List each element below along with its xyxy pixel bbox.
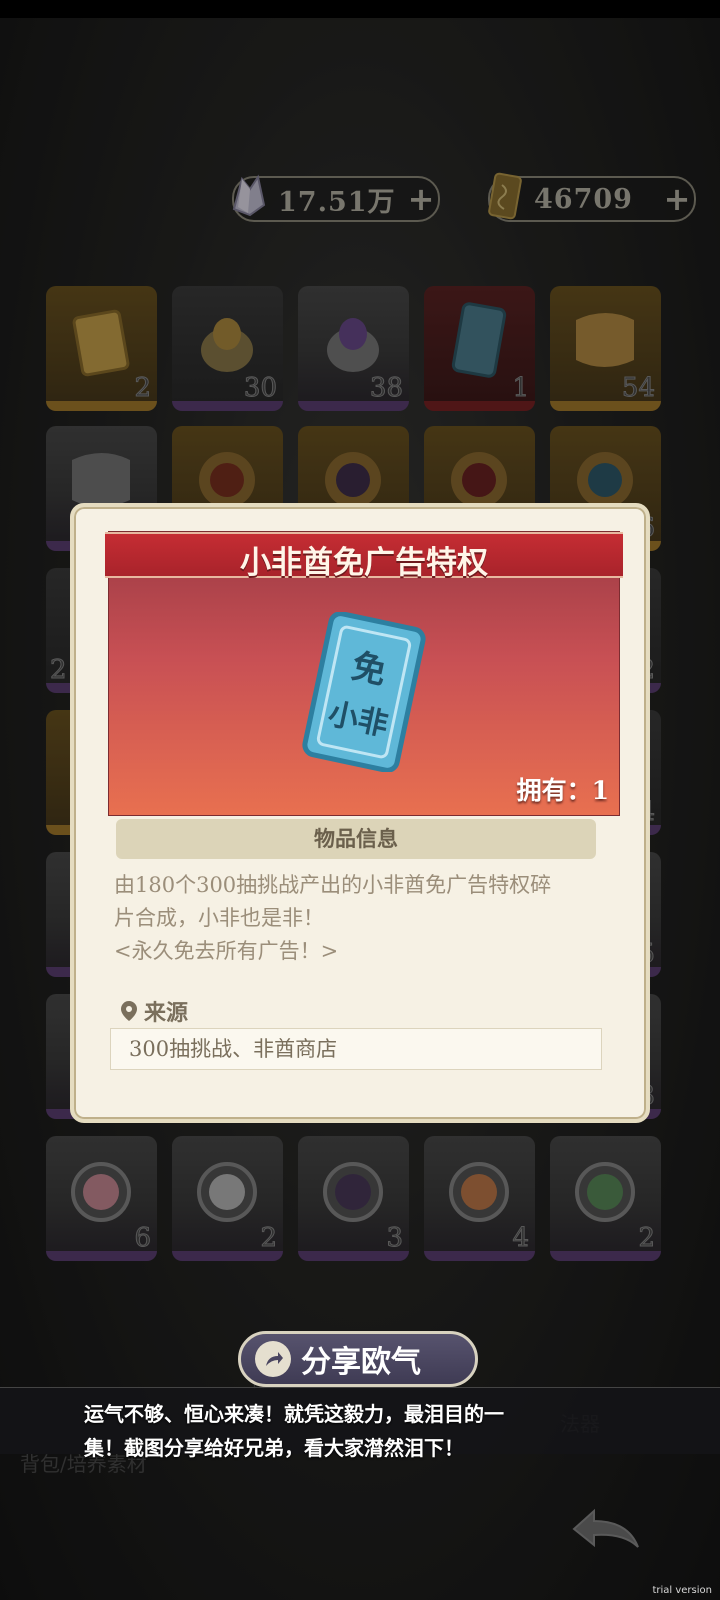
item-description: 由180个300抽挑战产出的小非酋免广告特权碎 片合成，小非也是非！ <永久免去… [114, 873, 552, 963]
add-crystal-button[interactable]: + [404, 180, 438, 218]
character-slot[interactable]: 4 [424, 1136, 535, 1261]
character-slot[interactable]: 2 [550, 1136, 661, 1261]
ticket-currency: 46709 + [488, 172, 696, 222]
item-preview-panel: 小非酋免广告特权 免 小非 拥有：1 [105, 531, 623, 816]
status-bar [0, 0, 720, 18]
item-info-header: 物品信息 [116, 819, 596, 859]
crystal-currency: 17.51万 + [232, 174, 440, 222]
ad-free-coupon-icon [72, 309, 130, 377]
source-value: 300抽挑战、非酋商店 [110, 1028, 602, 1070]
share-arrow-icon [255, 1341, 291, 1377]
ad-free-ticket-icon: 免 小非 [302, 612, 426, 772]
ticket-icon [488, 172, 522, 220]
watermark: trial version [652, 1585, 712, 1596]
location-pin-icon [121, 1001, 137, 1021]
item-slot[interactable]: 38 [298, 286, 409, 411]
owned-count: 拥有：1 [516, 776, 609, 805]
scroll-icon [576, 313, 634, 367]
blue-coupon-icon [451, 302, 507, 378]
golden-egg-icon [201, 318, 253, 372]
share-tip-text: 运气不够、恒心来凑！就凭这毅力，最泪目的一 集！截图分享给好兄弟，看大家潸然泪下… [84, 1402, 504, 1460]
dark-hair-portrait-icon [323, 1162, 383, 1222]
item-slot[interactable]: 2 [46, 286, 157, 411]
crystal-amount: 17.51万 [278, 186, 396, 218]
add-ticket-button[interactable]: + [660, 180, 694, 218]
item-slot[interactable]: 30 [172, 286, 283, 411]
source-label: 来源 [120, 995, 188, 1027]
character-slot[interactable]: 3 [298, 1136, 409, 1261]
share-label: 分享欧气 [301, 1345, 421, 1380]
back-arrow-icon[interactable] [570, 1505, 642, 1555]
item-slot[interactable]: 1 [424, 286, 535, 411]
character-slot[interactable]: 6 [46, 1136, 157, 1261]
pink-hair-portrait-icon [71, 1162, 131, 1222]
silver-hair-portrait-icon [197, 1162, 257, 1222]
item-title: 小非酋免广告特权 [240, 545, 488, 581]
item-slot[interactable]: 54 [550, 286, 661, 411]
green-hair-portrait-icon [575, 1162, 635, 1222]
crystal-icon [232, 174, 266, 217]
title-ribbon: 小非酋免广告特权 [105, 532, 623, 581]
purple-egg-icon [327, 318, 379, 372]
item-detail-modal: 小非酋免广告特权 免 小非 拥有：1 物品信息 由180个300抽挑战产出的小非… [70, 503, 650, 1123]
ticket-amount: 46709 [534, 183, 633, 215]
orange-hair-portrait-icon [449, 1162, 509, 1222]
character-slot[interactable]: 2 [172, 1136, 283, 1261]
share-luck-button[interactable]: 分享欧气 [238, 1331, 478, 1387]
